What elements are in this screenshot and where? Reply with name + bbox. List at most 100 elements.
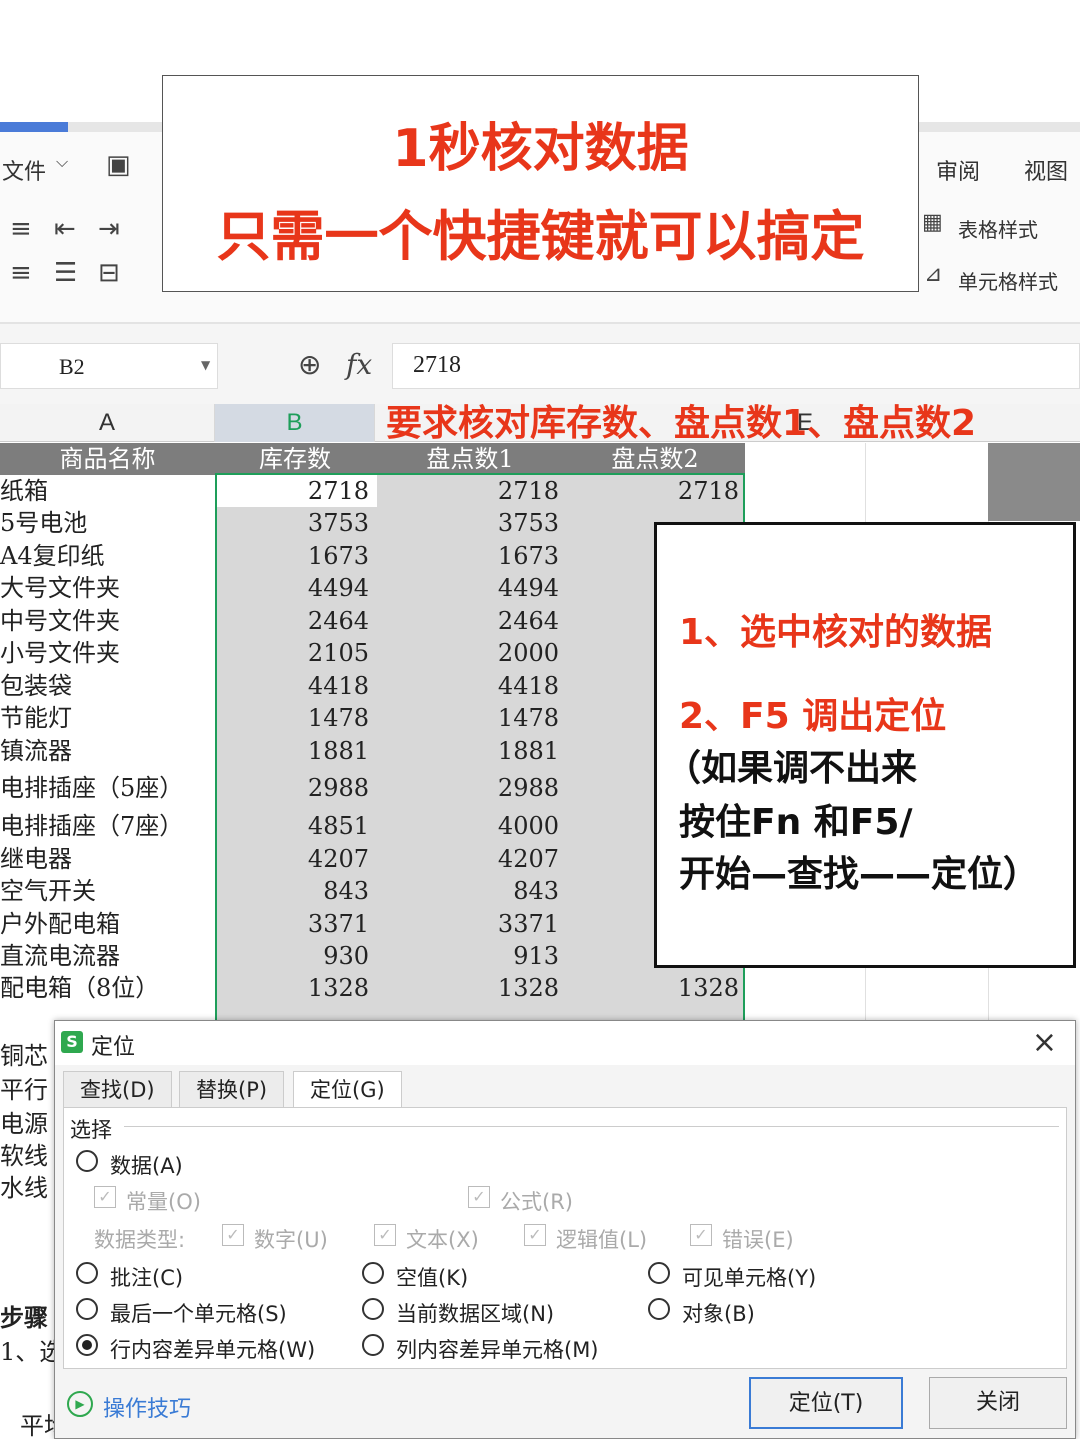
formula-label[interactable]: 公式(R) bbox=[500, 1186, 573, 1216]
tab-review[interactable]: 审阅 bbox=[936, 154, 980, 186]
option-column-differences-label[interactable]: 列内容差异单元格(M) bbox=[396, 1334, 599, 1364]
cell-count1[interactable]: 4494 bbox=[379, 572, 559, 604]
checkbox-logical[interactable]: ✓ bbox=[524, 1224, 546, 1246]
align-top-icon[interactable]: ≡ bbox=[10, 214, 32, 244]
radio-object[interactable] bbox=[648, 1298, 670, 1320]
table-style-button[interactable]: 表格样式 bbox=[958, 214, 1038, 243]
cell-style-button[interactable]: 单元格样式 bbox=[958, 266, 1058, 295]
checkbox-number[interactable]: ✓ bbox=[222, 1224, 244, 1246]
constant-label[interactable]: 常量(O) bbox=[126, 1186, 201, 1216]
header-count1[interactable]: 盘点数1 bbox=[375, 443, 565, 475]
cell-stock[interactable]: 3753 bbox=[219, 507, 369, 539]
cell-product-name[interactable]: 直流电流器 bbox=[0, 940, 120, 972]
radio-row-differences[interactable] bbox=[76, 1334, 98, 1356]
cell-stock[interactable]: 1478 bbox=[219, 702, 369, 734]
tab-view[interactable]: 视图 bbox=[1024, 154, 1068, 186]
radio-comment[interactable] bbox=[76, 1262, 98, 1284]
cell-stock[interactable]: 4494 bbox=[219, 572, 369, 604]
cell-product-name[interactable]: 户外配电箱 bbox=[0, 908, 120, 940]
cell-product-name[interactable]: 配电箱（8位） bbox=[0, 972, 159, 1004]
header-count2[interactable]: 盘点数2 bbox=[565, 443, 745, 475]
checkbox-error[interactable]: ✓ bbox=[690, 1224, 712, 1246]
header-product-name[interactable]: 商品名称 bbox=[0, 443, 215, 475]
active-tab-indicator[interactable] bbox=[0, 122, 68, 132]
radio-data[interactable] bbox=[76, 1150, 98, 1172]
option-visible-label[interactable]: 可见单元格(Y) bbox=[682, 1262, 816, 1292]
cell-product-name[interactable]: 包装袋 bbox=[0, 670, 72, 702]
cell-count1[interactable]: 4000 bbox=[379, 810, 559, 842]
cell-count1[interactable]: 1673 bbox=[379, 540, 559, 572]
zoom-search-icon[interactable]: ⊕ bbox=[298, 348, 321, 381]
cell-product-name[interactable]: 镇流器 bbox=[0, 735, 72, 767]
name-box[interactable]: B2 ▼ bbox=[0, 343, 218, 389]
cell-stock[interactable]: 2464 bbox=[219, 605, 369, 637]
option-current-region-label[interactable]: 当前数据区域(N) bbox=[396, 1298, 554, 1328]
align-right-icon[interactable]: ≡ bbox=[10, 258, 32, 288]
cell-stock[interactable]: 3371 bbox=[219, 908, 369, 940]
column-header-a[interactable]: A bbox=[0, 404, 215, 442]
cell-count1[interactable]: 1478 bbox=[379, 702, 559, 734]
cell-count1[interactable]: 2464 bbox=[379, 605, 559, 637]
checkbox-text[interactable]: ✓ bbox=[374, 1224, 396, 1246]
cell-product-name[interactable]: 小号文件夹 bbox=[0, 637, 120, 669]
dialog-titlebar[interactable]: S 定位 × bbox=[55, 1021, 1075, 1065]
close-button[interactable]: 关闭 bbox=[929, 1377, 1067, 1429]
cell-style-icon[interactable]: ⊿ bbox=[924, 262, 942, 287]
radio-blank[interactable] bbox=[362, 1262, 384, 1284]
close-icon[interactable]: × bbox=[1032, 1025, 1057, 1060]
cell-product-name[interactable]: 5号电池 bbox=[0, 507, 87, 539]
cell-stock[interactable]: 1673 bbox=[219, 540, 369, 572]
tab-locate[interactable]: 定位(G) bbox=[293, 1071, 402, 1107]
cell-product-name[interactable]: 电排插座（5座） bbox=[0, 772, 183, 804]
radio-last-cell[interactable] bbox=[76, 1298, 98, 1320]
cell-count1[interactable]: 913 bbox=[379, 940, 559, 972]
cell-product-name[interactable]: 大号文件夹 bbox=[0, 572, 120, 604]
save-icon[interactable]: ▣ bbox=[106, 150, 131, 180]
chevron-down-icon[interactable]: ⌵ bbox=[56, 152, 68, 172]
option-row-differences-label[interactable]: 行内容差异单元格(W) bbox=[110, 1334, 315, 1364]
cell-stock[interactable]: 2988 bbox=[219, 772, 369, 804]
cell-stock[interactable]: 4851 bbox=[219, 810, 369, 842]
option-comment-label[interactable]: 批注(C) bbox=[110, 1262, 183, 1292]
number-label[interactable]: 数字(U) bbox=[254, 1224, 328, 1254]
cell-count1[interactable]: 4207 bbox=[379, 843, 559, 875]
radio-current-region[interactable] bbox=[362, 1298, 384, 1320]
locate-button[interactable]: 定位(T) bbox=[749, 1377, 903, 1429]
error-label[interactable]: 错误(E) bbox=[722, 1224, 794, 1254]
table-style-icon[interactable]: ▦ bbox=[922, 210, 943, 235]
cell-product-name[interactable]: 中号文件夹 bbox=[0, 605, 120, 637]
cell-product-name[interactable]: 空气开关 bbox=[0, 875, 96, 907]
file-menu[interactable]: 文件 bbox=[2, 154, 46, 186]
cell-count1[interactable]: 2718 bbox=[379, 475, 559, 507]
checkbox-constant[interactable]: ✓ bbox=[94, 1186, 116, 1208]
tab-find[interactable]: 查找(D) bbox=[63, 1071, 172, 1107]
tips-link[interactable]: 操作技巧 bbox=[103, 1391, 191, 1423]
increase-indent-icon[interactable]: ⇥ bbox=[98, 214, 120, 244]
tab-replace[interactable]: 替换(P) bbox=[179, 1071, 285, 1107]
cell-stock[interactable]: 1881 bbox=[219, 735, 369, 767]
cell-count1[interactable]: 1328 bbox=[379, 972, 559, 1004]
formula-input[interactable]: 2718 bbox=[392, 343, 1080, 389]
cell-product-name[interactable]: A4复印纸 bbox=[0, 540, 105, 572]
function-icon[interactable]: fx bbox=[346, 348, 372, 381]
cell-count2[interactable]: 2718 bbox=[569, 475, 739, 507]
cell-count1[interactable]: 2988 bbox=[379, 772, 559, 804]
cell-stock[interactable]: 2105 bbox=[219, 637, 369, 669]
header-stock[interactable]: 库存数 bbox=[215, 443, 375, 475]
logical-label[interactable]: 逻辑值(L) bbox=[556, 1224, 647, 1254]
cell-product-name[interactable]: 纸箱 bbox=[0, 475, 48, 507]
option-object-label[interactable]: 对象(B) bbox=[682, 1298, 755, 1328]
cell-stock[interactable]: 2718 bbox=[219, 475, 369, 507]
cell-stock[interactable]: 4418 bbox=[219, 670, 369, 702]
column-header-b[interactable]: B bbox=[215, 404, 375, 442]
cell-count1[interactable]: 3753 bbox=[379, 507, 559, 539]
radio-column-differences[interactable] bbox=[362, 1334, 384, 1356]
cell-count2[interactable]: 1328 bbox=[569, 972, 739, 1004]
cell-count1[interactable]: 2000 bbox=[379, 637, 559, 669]
cell-stock[interactable]: 1328 bbox=[219, 972, 369, 1004]
checkbox-formula[interactable]: ✓ bbox=[468, 1186, 490, 1208]
chevron-down-icon[interactable]: ▼ bbox=[201, 358, 210, 372]
decrease-indent-icon[interactable]: ⇤ bbox=[54, 214, 76, 244]
cell-product-name[interactable]: 节能灯 bbox=[0, 702, 72, 734]
option-last-cell-label[interactable]: 最后一个单元格(S) bbox=[110, 1298, 287, 1328]
